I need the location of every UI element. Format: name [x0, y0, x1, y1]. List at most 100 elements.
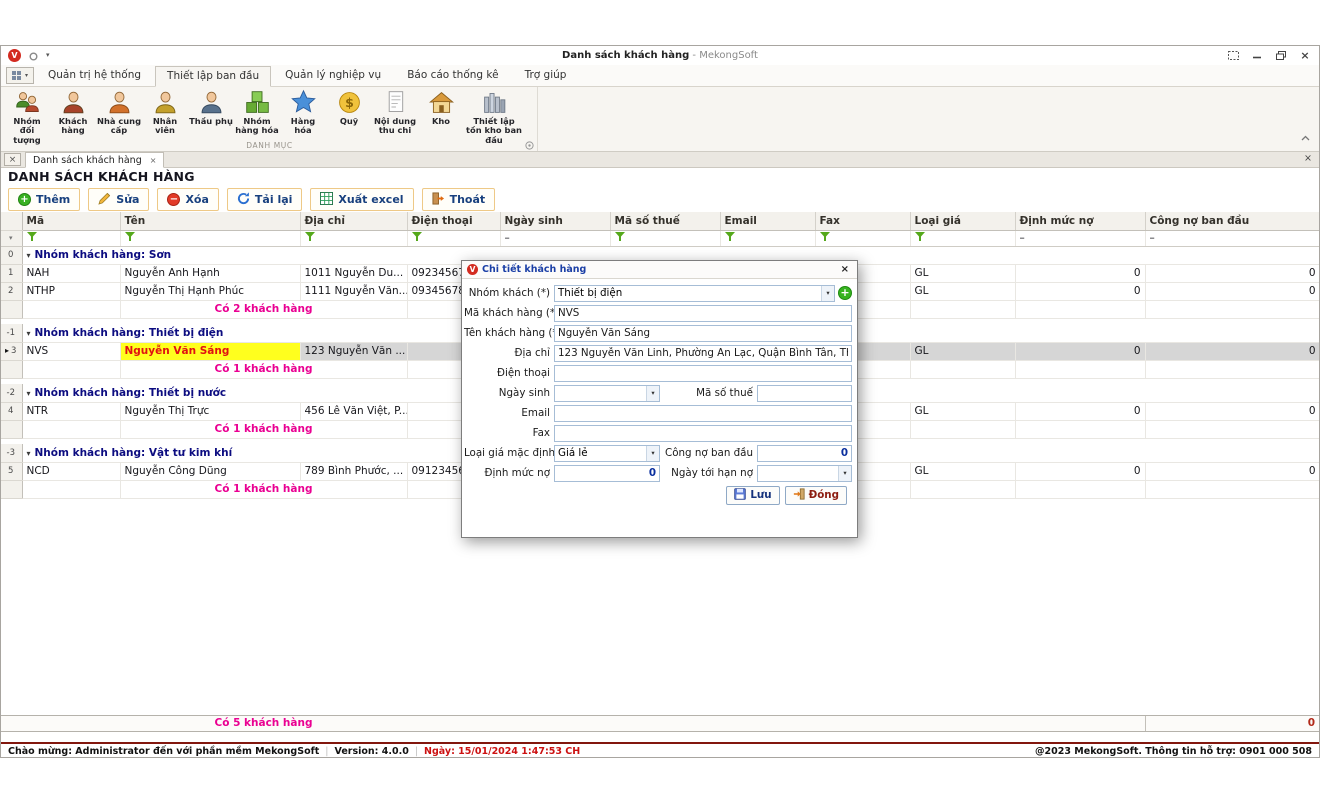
column-header-email[interactable]: Email: [720, 212, 815, 230]
filter-cell-ma-so-thue[interactable]: [610, 230, 720, 246]
filter-cell-ngay-sinh[interactable]: –: [500, 230, 610, 246]
add-button[interactable]: + Thêm: [8, 188, 80, 211]
cell-ten[interactable]: Nguyễn Anh Hạnh: [120, 264, 300, 282]
document-tab-danh-sach-khach-hang[interactable]: Danh sách khách hàng ×: [25, 152, 164, 168]
tab-close-icon[interactable]: ×: [150, 156, 157, 165]
ribbon-item-nha-cung-cap[interactable]: Nhà cung cấp: [96, 88, 142, 137]
column-header-fax[interactable]: Fax: [815, 212, 910, 230]
cell-ma[interactable]: NTR: [22, 402, 120, 420]
filter-cell-fax[interactable]: [815, 230, 910, 246]
group-dialog-launcher-icon[interactable]: [525, 141, 534, 150]
ribbon-item-thau-phu[interactable]: Thầu phụ: [188, 88, 234, 127]
cell-dia-chi[interactable]: 123 Nguyễn Văn ...: [300, 342, 407, 360]
ribbon-item-noi-dung-thu-chi[interactable]: Nội dung thu chi: [372, 88, 418, 137]
close-button[interactable]: Đóng: [785, 486, 847, 505]
cell-ma[interactable]: NTHP: [22, 282, 120, 300]
ma-khach-hang-input[interactable]: [554, 305, 852, 322]
cell-dinh-muc-no[interactable]: 0: [1015, 282, 1145, 300]
cell-dia-chi[interactable]: 1011 Nguyễn Du...: [300, 264, 407, 282]
close-all-tabs-icon[interactable]: ×: [1304, 153, 1312, 164]
cell-dinh-muc-no[interactable]: 0: [1015, 462, 1145, 480]
ribbon-item-khach-hang[interactable]: Khách hàng: [50, 88, 96, 137]
ribbon-tab-tro-giup[interactable]: Trợ giúp: [513, 65, 579, 86]
filter-cell-ma[interactable]: [22, 230, 120, 246]
filter-cell-dia-chi[interactable]: [300, 230, 407, 246]
ribbon-item-thiet-lap-ton-kho[interactable]: Thiết lập tồn kho ban đầu: [464, 88, 524, 146]
cell-dia-chi[interactable]: 456 Lê Văn Việt, P...: [300, 402, 407, 420]
cell-loai-gia[interactable]: GL: [910, 402, 1015, 420]
ten-khach-hang-input[interactable]: [554, 325, 852, 342]
filter-cell-cong-no[interactable]: –: [1145, 230, 1320, 246]
reload-button[interactable]: Tải lại: [227, 188, 303, 211]
capture-frame-icon[interactable]: [1226, 49, 1240, 62]
ribbon-collapse-chevron-icon[interactable]: [1301, 135, 1310, 141]
cell-ma[interactable]: NAH: [22, 264, 120, 282]
chevron-down-icon[interactable]: ▾: [838, 466, 851, 481]
cell-cong-no[interactable]: 0: [1145, 402, 1320, 420]
ribbon-tab-quan-ly-nghiep-vu[interactable]: Quản lý nghiệp vụ: [273, 65, 393, 86]
ribbon-item-nhan-vien[interactable]: Nhân viên: [142, 88, 188, 137]
cell-cong-no[interactable]: 0: [1145, 282, 1320, 300]
chevron-down-icon[interactable]: ▾: [646, 386, 659, 401]
cell-cong-no[interactable]: 0: [1145, 264, 1320, 282]
application-menu-button[interactable]: ▾: [6, 67, 34, 84]
filter-cell-loai-gia[interactable]: [910, 230, 1015, 246]
cell-loai-gia[interactable]: GL: [910, 462, 1015, 480]
ribbon-tab-bao-cao-thong-ke[interactable]: Báo cáo thống kê: [395, 65, 510, 86]
minimize-icon[interactable]: [1250, 49, 1264, 62]
cell-loai-gia[interactable]: GL: [910, 282, 1015, 300]
cell-dinh-muc-no[interactable]: 0: [1015, 402, 1145, 420]
edit-button[interactable]: Sửa: [88, 188, 149, 211]
email-input[interactable]: [554, 405, 852, 422]
quick-access-dropdown-icon[interactable]: ▾: [46, 51, 50, 59]
customer-group-combo[interactable]: Thiết bị điện ▾: [554, 285, 835, 302]
add-customer-group-button[interactable]: +: [838, 286, 852, 300]
cell-dia-chi[interactable]: 1111 Nguyễn Văn...: [300, 282, 407, 300]
delete-button[interactable]: − Xóa: [157, 188, 218, 211]
dinh-muc-no-input[interactable]: [554, 465, 660, 482]
column-header-cong-no-ban-dau[interactable]: Công nợ ban đầu: [1145, 212, 1320, 230]
column-header-dia-chi[interactable]: Địa chỉ: [300, 212, 407, 230]
dia-chi-input[interactable]: [554, 345, 852, 362]
close-icon[interactable]: ×: [1298, 49, 1312, 62]
cell-ma[interactable]: NVS: [22, 342, 120, 360]
cell-dinh-muc-no[interactable]: 0: [1015, 264, 1145, 282]
chevron-down-icon[interactable]: ▾: [646, 446, 659, 461]
column-header-ma-so-thue[interactable]: Mã số thuế: [610, 212, 720, 230]
filter-cell-email[interactable]: [720, 230, 815, 246]
loai-gia-combo[interactable]: Giá lẻ ▾: [554, 445, 660, 462]
cell-loai-gia[interactable]: GL: [910, 342, 1015, 360]
filter-cell-dien-thoai[interactable]: [407, 230, 500, 246]
ngay-toi-han-no-combo[interactable]: ▾: [757, 465, 852, 482]
column-header-ten[interactable]: Tên: [120, 212, 300, 230]
cell-cong-no[interactable]: 0: [1145, 462, 1320, 480]
cong-no-ban-dau-input[interactable]: [757, 445, 852, 462]
save-button[interactable]: Lưu: [726, 486, 779, 505]
ribbon-item-nhom-doi-tuong[interactable]: Nhóm đối tượng: [4, 88, 50, 146]
quick-access-circle-icon[interactable]: [29, 46, 38, 65]
export-excel-button[interactable]: Xuất excel: [310, 188, 413, 211]
cell-ma[interactable]: NCD: [22, 462, 120, 480]
ribbon-item-nhom-hang-hoa[interactable]: Nhóm hàng hóa: [234, 88, 280, 137]
dialog-close-icon[interactable]: ×: [838, 264, 852, 275]
ribbon-tab-quan-tri-he-thong[interactable]: Quản trị hệ thống: [36, 65, 153, 86]
filter-cell-dinh-muc-no[interactable]: –: [1015, 230, 1145, 246]
ma-so-thue-input[interactable]: [757, 385, 852, 402]
cell-ten[interactable]: Nguyễn Công Dũng: [120, 462, 300, 480]
ribbon-item-kho[interactable]: Kho: [418, 88, 464, 127]
column-header-dien-thoai[interactable]: Điện thoại: [407, 212, 500, 230]
ribbon-tab-thiet-lap-ban-dau[interactable]: Thiết lập ban đầu: [155, 66, 271, 87]
dialog-titlebar[interactable]: V Chi tiết khách hàng ×: [462, 261, 857, 279]
column-header-dinh-muc-no[interactable]: Định mức nợ: [1015, 212, 1145, 230]
cell-dinh-muc-no[interactable]: 0: [1015, 342, 1145, 360]
exit-button[interactable]: Thoát: [422, 188, 496, 211]
column-header-ngay-sinh[interactable]: Ngày sinh: [500, 212, 610, 230]
cell-ten[interactable]: Nguyễn Văn Sáng: [120, 342, 300, 360]
cell-loai-gia[interactable]: GL: [910, 264, 1015, 282]
close-document-button[interactable]: ×: [4, 153, 21, 166]
cell-ten[interactable]: Nguyễn Thị Trực: [120, 402, 300, 420]
ribbon-item-quy[interactable]: $ Quỹ: [326, 88, 372, 127]
column-header-ma[interactable]: Mã: [22, 212, 120, 230]
fax-input[interactable]: [554, 425, 852, 442]
chevron-down-icon[interactable]: ▾: [821, 286, 834, 301]
